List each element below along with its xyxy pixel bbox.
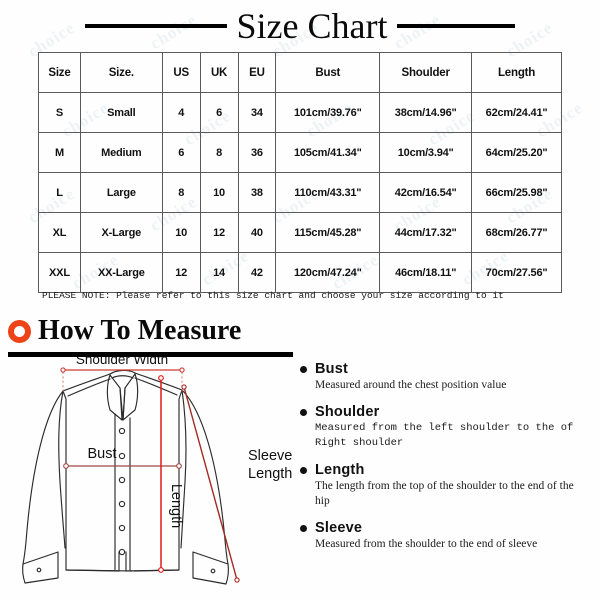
definition-length: Length The length from the top of the sh… <box>300 462 596 509</box>
please-note-text: PLEASE NOTE: Please refer to this size c… <box>42 290 504 301</box>
definition-title: Sleeve <box>315 520 363 536</box>
cell-bust: 105cm/41.34" <box>275 132 381 173</box>
cell-uk: 14 <box>199 252 239 293</box>
cell-uk: 8 <box>199 132 239 173</box>
cell-bust: 120cm/47.24" <box>275 252 381 293</box>
cell-shoulder: 44cm/17.32" <box>379 212 473 253</box>
cell-uk: 6 <box>199 92 239 133</box>
definition-bust: Bust Measured around the chest position … <box>300 361 596 393</box>
size-table: Size Size. US UK EU Bust Shoulder Length… <box>38 52 562 293</box>
title-rule-left <box>84 24 227 28</box>
definition-desc: Measured from the left shoulder to the o… <box>315 422 574 449</box>
cell-us: 12 <box>161 252 201 293</box>
cell-size-name: X-Large <box>79 212 163 253</box>
definition-desc: Measured from the shoulder to the end of… <box>315 538 538 550</box>
column-header-shoulder: Shoulder <box>379 52 473 93</box>
label-sleeve-length-line1: Sleeve <box>248 448 292 464</box>
cell-uk: 12 <box>199 212 239 253</box>
bullet-icon <box>300 365 307 373</box>
column-header-sizename: Size. <box>79 52 163 93</box>
cell-bust: 115cm/45.28" <box>275 212 381 253</box>
cell-shoulder: 46cm/18.11" <box>379 252 473 293</box>
ring-icon <box>8 319 31 343</box>
label-shoulder-width: Shoulder Width <box>76 356 168 367</box>
cell-size: XL <box>38 212 81 253</box>
bullet-icon <box>300 408 307 416</box>
cell-size-name: Small <box>79 92 163 133</box>
how-to-measure-label: How To Measure <box>38 315 242 346</box>
label-bust: Bust <box>87 446 116 462</box>
how-to-measure-heading: How To Measure <box>8 316 241 346</box>
cell-us: 8 <box>161 172 201 213</box>
definition-sleeve: Sleeve Measured from the shoulder to the… <box>300 520 596 552</box>
column-header-eu: EU <box>237 52 277 93</box>
table-row: L Large 8 10 38 110cm/43.31" 42cm/16.54"… <box>38 172 562 213</box>
cell-length: 66cm/25.98" <box>471 172 562 213</box>
garment-illustration: Shoulder Width Bust Length Sleeve Length <box>6 356 298 600</box>
cell-size-name: Medium <box>79 132 163 173</box>
cell-size-name: XX-Large <box>79 252 163 293</box>
definition-title: Shoulder <box>315 404 380 420</box>
cell-size-name: Large <box>79 172 163 213</box>
cell-bust: 110cm/43.31" <box>275 172 381 213</box>
table-row: S Small 4 6 34 101cm/39.76" 38cm/14.96" … <box>38 92 562 133</box>
title-rule-right <box>397 24 516 28</box>
cell-shoulder: 38cm/14.96" <box>379 92 473 133</box>
label-length: Length <box>168 484 184 528</box>
definition-desc: The length from the top of the shoulder … <box>315 480 574 507</box>
label-sleeve-length-line2: Length <box>248 466 292 482</box>
cell-eu: 34 <box>237 92 277 133</box>
cell-us: 4 <box>161 92 201 133</box>
how-to-measure-divider <box>8 352 293 357</box>
cell-shoulder: 10cm/3.94" <box>379 132 473 173</box>
cell-eu: 36 <box>237 132 277 173</box>
definition-title: Bust <box>315 361 349 377</box>
table-row: XXL XX-Large 12 14 42 120cm/47.24" 46cm/… <box>38 252 562 293</box>
table-row: M Medium 6 8 36 105cm/41.34" 10cm/3.94" … <box>38 132 562 173</box>
cell-us: 10 <box>161 212 201 253</box>
cell-shoulder: 42cm/16.54" <box>379 172 473 213</box>
table-row: XL X-Large 10 12 40 115cm/45.28" 44cm/17… <box>38 212 562 253</box>
cell-length: 68cm/26.77" <box>471 212 562 253</box>
cell-length: 70cm/27.56" <box>471 252 562 293</box>
page-title: Size Chart <box>0 4 600 48</box>
cell-bust: 101cm/39.76" <box>275 92 381 133</box>
definition-shoulder: Shoulder Measured from the left shoulder… <box>300 404 596 451</box>
size-chart-page: choice choice choice choice choice choic… <box>0 0 600 600</box>
cell-us: 6 <box>161 132 201 173</box>
cell-eu: 40 <box>237 212 277 253</box>
column-header-length: Length <box>471 52 562 93</box>
bullet-icon <box>300 524 307 532</box>
cell-size: S <box>38 92 81 133</box>
cell-length: 62cm/24.41" <box>471 92 562 133</box>
cell-size: L <box>38 172 81 213</box>
cell-size: M <box>38 132 81 173</box>
cell-eu: 38 <box>237 172 277 213</box>
cell-uk: 10 <box>199 172 239 213</box>
measurement-definitions: Bust Measured around the chest position … <box>300 361 596 563</box>
column-header-bust: Bust <box>275 52 381 93</box>
bullet-icon <box>300 466 307 474</box>
cell-length: 64cm/25.20" <box>471 132 562 173</box>
table-header-row: Size Size. US UK EU Bust Shoulder Length <box>38 52 562 93</box>
column-header-us: US <box>161 52 201 93</box>
column-header-uk: UK <box>199 52 239 93</box>
cell-eu: 42 <box>237 252 277 293</box>
title-text: Size Chart <box>236 6 388 46</box>
definition-title: Length <box>315 462 365 478</box>
column-header-size: Size <box>38 52 81 93</box>
definition-desc: Measured around the chest position value <box>315 379 507 391</box>
cell-size: XXL <box>38 252 81 293</box>
